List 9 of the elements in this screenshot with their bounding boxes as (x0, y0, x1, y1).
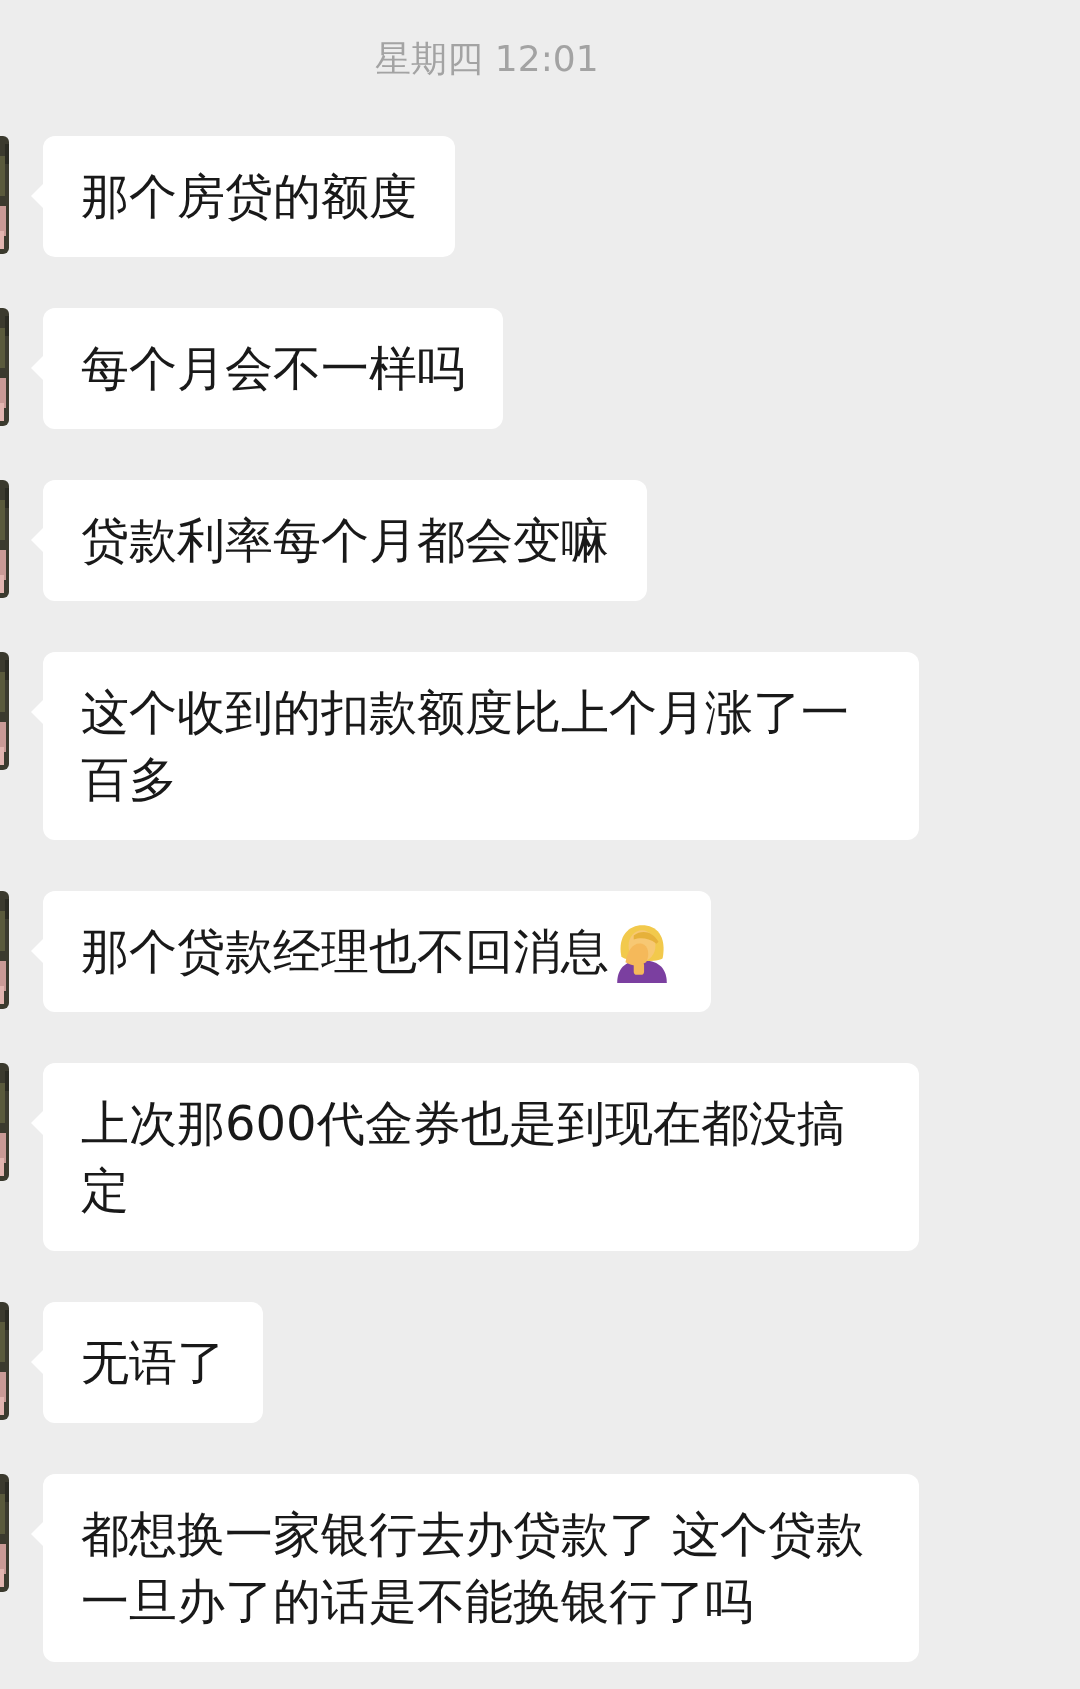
message-text: 无语了 (81, 1333, 225, 1392)
message-text: 每个月会不一样吗 (81, 339, 465, 398)
message-text: 这个收到的扣款额度比上个月涨了一百多 (81, 683, 850, 809)
timestamp: 星期四 12:01 (375, 37, 599, 81)
message-text: 那个房贷的额度 (81, 167, 417, 226)
message-text: 那个贷款经理也不回消息 (81, 922, 609, 981)
message-text: 贷款利率每个月都会变嘛 (81, 511, 609, 570)
message-text: 上次那600代金券也是到现在都没搞定 (81, 1094, 846, 1220)
message-text: 都想换一家银行去办贷款了 这个贷款一旦办了的话是不能换银行了吗 (81, 1505, 866, 1631)
